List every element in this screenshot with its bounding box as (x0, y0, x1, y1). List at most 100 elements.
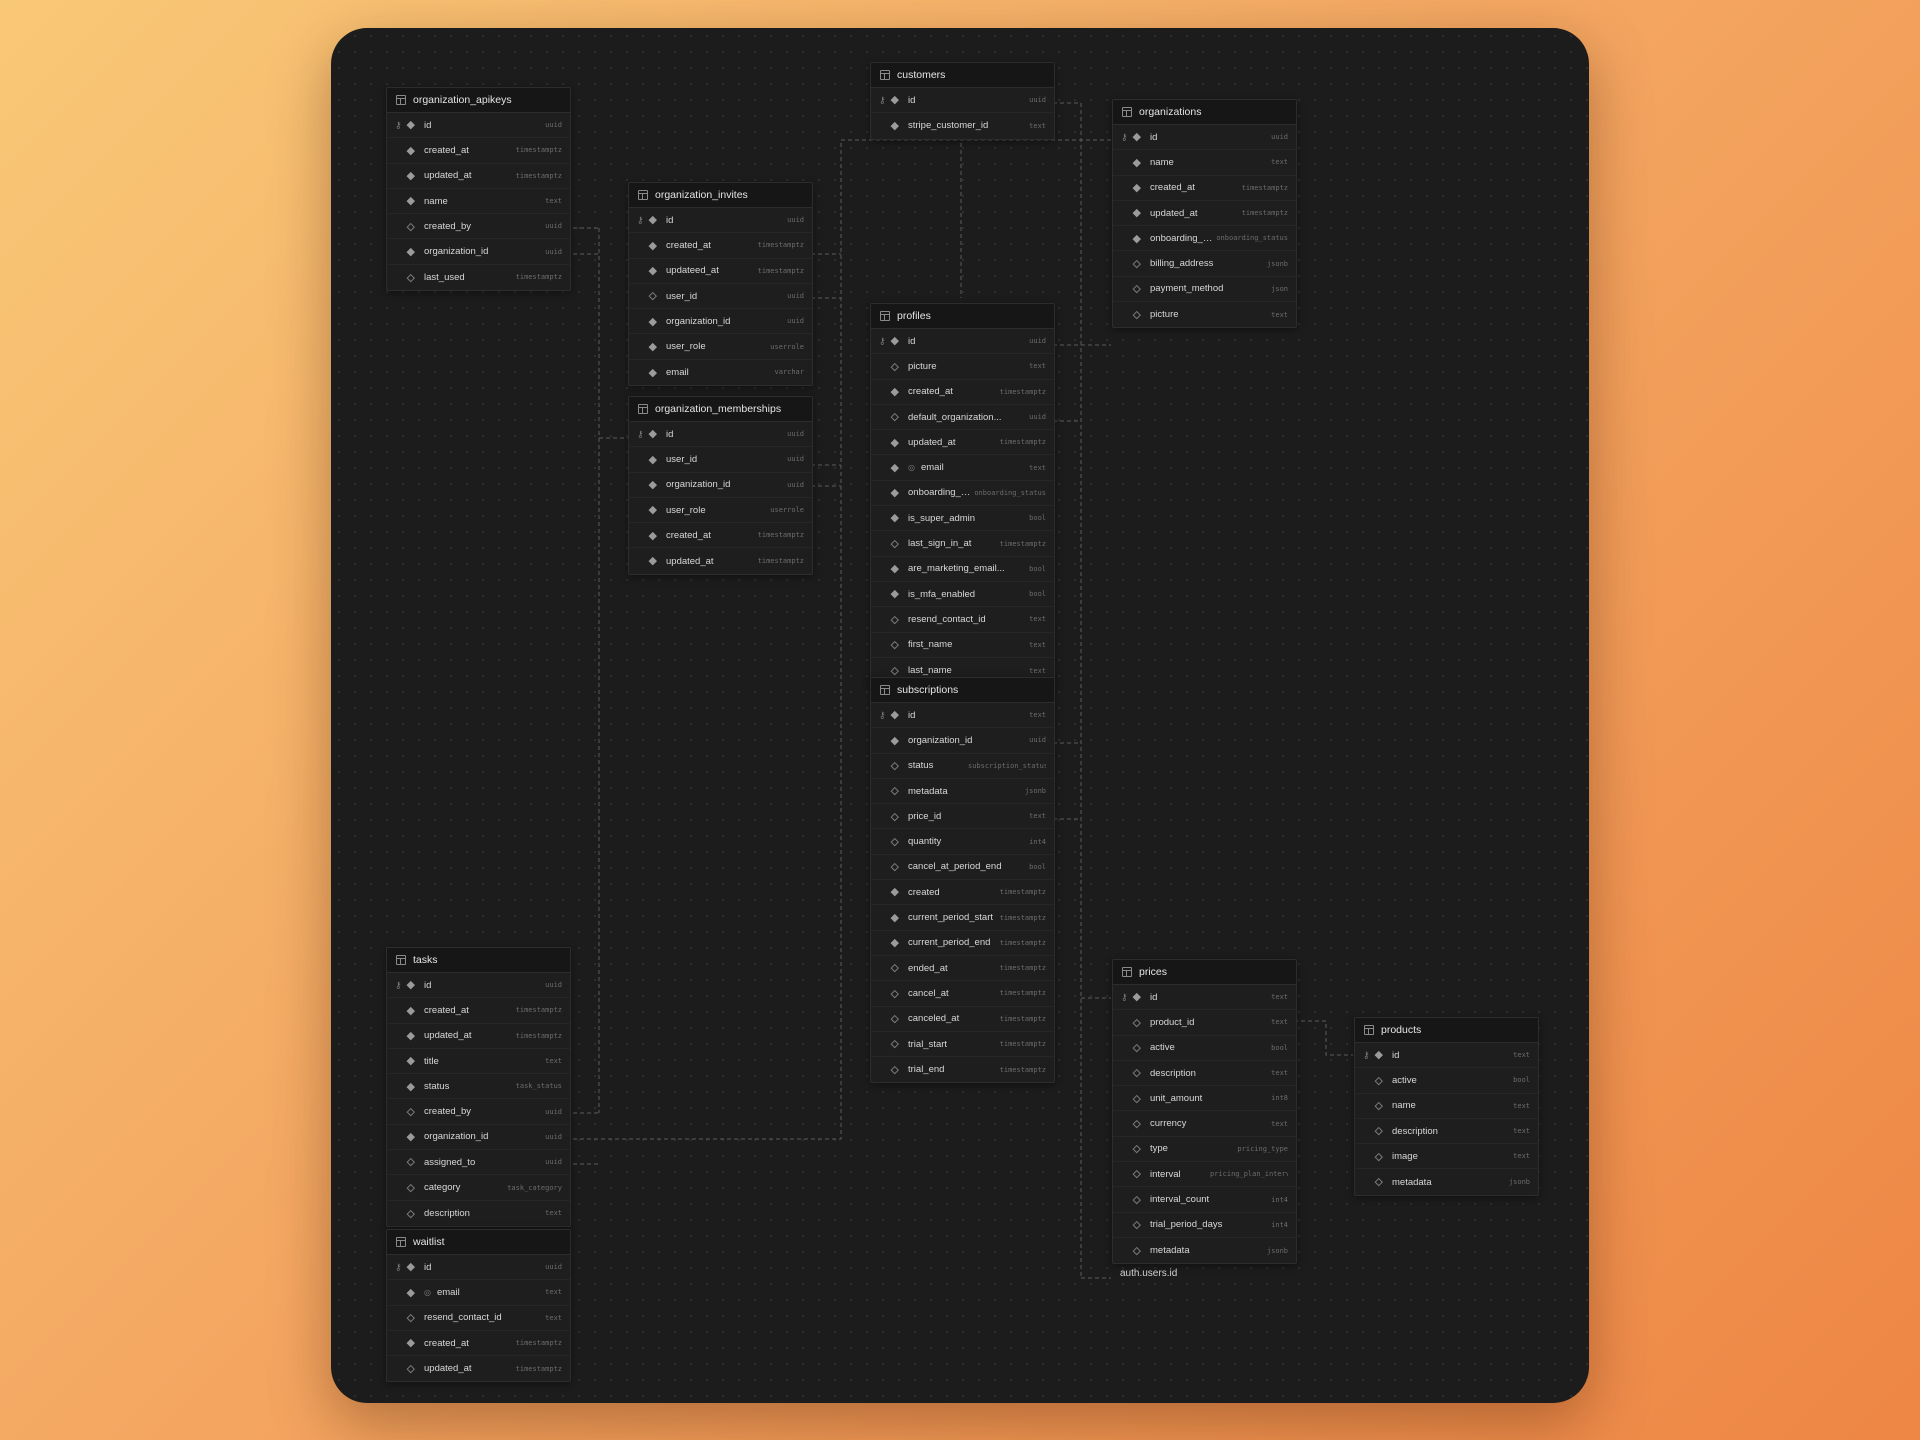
column-row[interactable]: picture text (871, 354, 1054, 380)
column-row[interactable]: assigned_to uuid (387, 1150, 570, 1176)
table-profiles[interactable]: profiles ⚷ id uuid picture text created_at time… (870, 303, 1055, 685)
table-header[interactable]: tasks (387, 948, 570, 973)
column-row[interactable]: created_by uuid (387, 1099, 570, 1125)
column-row[interactable]: active bool (1113, 1036, 1296, 1061)
column-row[interactable]: email varchar (629, 360, 812, 385)
table-organizations[interactable]: organizations ⚷ id uuid name text created_at ti… (1112, 99, 1297, 329)
column-row[interactable]: resend_contact_id text (387, 1306, 570, 1331)
table-header[interactable]: organization_apikeys (387, 88, 570, 113)
column-row[interactable]: trial_period_days int4 (1113, 1213, 1296, 1238)
column-row[interactable]: canceled_at timestamptz (871, 1007, 1054, 1032)
column-row[interactable]: ◎ email text (387, 1280, 570, 1306)
column-row[interactable]: name text (1355, 1094, 1538, 1119)
column-row[interactable]: updated_at timestamptz (1113, 201, 1296, 227)
column-row[interactable]: active bool (1355, 1068, 1538, 1094)
table-products[interactable]: products ⚷ id text active bool name text descrip… (1354, 1017, 1539, 1196)
column-row[interactable]: updated_at timestamptz (387, 1356, 570, 1381)
column-row[interactable]: ⚷ id uuid (629, 208, 812, 234)
column-row[interactable]: description text (1113, 1061, 1296, 1087)
column-row[interactable]: ⚷ id uuid (387, 973, 570, 999)
column-row[interactable]: product_id text (1113, 1010, 1296, 1036)
column-row[interactable]: image text (1355, 1144, 1538, 1170)
column-row[interactable]: unit_amount int8 (1113, 1086, 1296, 1112)
column-row[interactable]: user_id uuid (629, 447, 812, 473)
column-row[interactable]: title text (387, 1049, 570, 1075)
column-row[interactable]: organization_id uuid (871, 728, 1054, 754)
column-row[interactable]: resend_contact_id text (871, 607, 1054, 633)
table-organization-invites[interactable]: organization_invites ⚷ id uuid created_at tim… (628, 182, 813, 387)
column-row[interactable]: ⚷ id uuid (387, 1255, 570, 1281)
column-row[interactable]: metadata jsonb (1355, 1169, 1538, 1194)
column-row[interactable]: is_mfa_enabled bool (871, 582, 1054, 608)
column-row[interactable]: created_by uuid (387, 214, 570, 240)
column-row[interactable]: status task_status (387, 1074, 570, 1100)
column-row[interactable]: last_sign_in_at timestamptz (871, 531, 1054, 557)
column-row[interactable]: organization_id uuid (629, 309, 812, 335)
table-waitlist[interactable]: waitlist ⚷ id uuid ◎ email text resend_contact_… (386, 1229, 571, 1383)
column-row[interactable]: onboarding_status onboarding_status (1113, 226, 1296, 252)
column-row[interactable]: payment_method json (1113, 277, 1296, 303)
column-row[interactable]: description text (387, 1201, 570, 1226)
column-row[interactable]: interval_count int4 (1113, 1187, 1296, 1213)
column-row[interactable]: cancel_at timestamptz (871, 981, 1054, 1007)
column-row[interactable]: stripe_customer_id text (871, 113, 1054, 138)
column-row[interactable]: is_super_admin bool (871, 506, 1054, 532)
column-row[interactable]: ⚷ id uuid (387, 113, 570, 139)
column-row[interactable]: price_id text (871, 804, 1054, 830)
column-row[interactable]: ⚷ id uuid (871, 88, 1054, 114)
column-row[interactable]: updateed_at timestamptz (629, 259, 812, 284)
column-row[interactable]: onboarding_status onboarding_status (871, 481, 1054, 507)
table-tasks[interactable]: tasks ⚷ id uuid created_at timestamptz updated… (386, 947, 571, 1227)
column-row[interactable]: organization_id uuid (387, 239, 570, 265)
column-row[interactable]: user_role userrole (629, 334, 812, 360)
column-row[interactable]: current_period_start timestamptz (871, 905, 1054, 931)
table-organization-apikeys[interactable]: organization_apikeys ⚷ id uuid created_at tim… (386, 87, 571, 292)
column-row[interactable]: ⚷ id uuid (1113, 125, 1296, 151)
column-row[interactable]: current_period_end timestamptz (871, 931, 1054, 956)
column-row[interactable]: ⚷ id text (1355, 1043, 1538, 1069)
column-row[interactable]: ⚷ id text (871, 703, 1054, 729)
column-row[interactable]: ended_at timestamptz (871, 956, 1054, 982)
table-customers[interactable]: customers ⚷ id uuid stripe_customer_id text (870, 62, 1055, 140)
column-row[interactable]: are_marketing_email... bool (871, 557, 1054, 582)
column-row[interactable]: created_at timestamptz (387, 998, 570, 1024)
column-row[interactable]: ◎ email text (871, 455, 1054, 481)
column-row[interactable]: organization_id uuid (629, 473, 812, 498)
column-row[interactable]: name text (1113, 150, 1296, 176)
table-organization-memberships[interactable]: organization_memberships ⚷ id uuid user_id uu… (628, 396, 813, 575)
column-row[interactable]: created_at timestamptz (387, 138, 570, 164)
table-header[interactable]: products (1355, 1018, 1538, 1043)
column-row[interactable]: ⚷ id uuid (629, 422, 812, 448)
column-row[interactable]: quantity int4 (871, 829, 1054, 855)
column-row[interactable]: ⚷ id text (1113, 985, 1296, 1011)
table-subscriptions[interactable]: subscriptions ⚷ id text organization_id uuid s… (870, 677, 1055, 1084)
column-row[interactable]: default_organization... uuid (871, 405, 1054, 431)
column-row[interactable]: metadata jsonb (871, 779, 1054, 805)
column-row[interactable]: updated_at timestamptz (871, 430, 1054, 456)
table-header[interactable]: profiles (871, 304, 1054, 329)
table-header[interactable]: waitlist (387, 1230, 570, 1255)
column-row[interactable]: interval pricing_plan_interval (1113, 1162, 1296, 1188)
column-row[interactable]: status subscription_status (871, 754, 1054, 779)
column-row[interactable]: trial_end timestamptz (871, 1057, 1054, 1082)
column-row[interactable]: ⚷ id uuid (871, 329, 1054, 355)
table-header[interactable]: organizations (1113, 100, 1296, 125)
table-header[interactable]: customers (871, 63, 1054, 88)
column-row[interactable]: created_at timestamptz (629, 523, 812, 549)
column-row[interactable]: category task_category (387, 1175, 570, 1201)
column-row[interactable]: description text (1355, 1119, 1538, 1145)
column-row[interactable]: metadata jsonb (1113, 1238, 1296, 1263)
column-row[interactable]: updated_at timestamptz (629, 548, 812, 573)
column-row[interactable]: last_used timestamptz (387, 265, 570, 290)
column-row[interactable]: created_at timestamptz (1113, 176, 1296, 201)
column-row[interactable]: updated_at timestamptz (387, 164, 570, 189)
table-header[interactable]: organization_memberships (629, 397, 812, 422)
table-prices[interactable]: prices ⚷ id text product_id text active bool des… (1112, 959, 1297, 1265)
column-row[interactable]: updated_at timestamptz (387, 1024, 570, 1049)
column-row[interactable]: type pricing_type (1113, 1137, 1296, 1163)
table-header[interactable]: subscriptions (871, 678, 1054, 703)
column-row[interactable]: created_at timestamptz (629, 233, 812, 259)
column-row[interactable]: user_id uuid (629, 284, 812, 310)
column-row[interactable]: organization_id uuid (387, 1125, 570, 1151)
table-header[interactable]: prices (1113, 960, 1296, 985)
